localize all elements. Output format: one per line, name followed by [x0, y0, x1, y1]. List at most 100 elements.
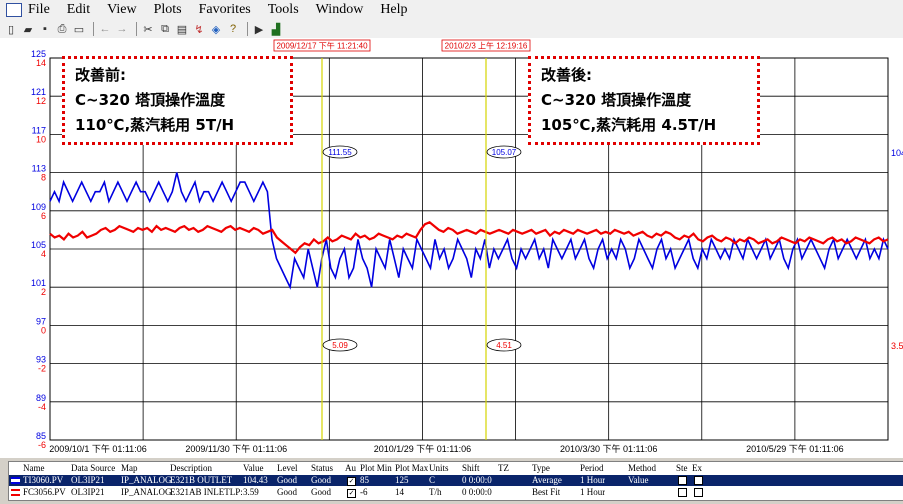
legend-level: Good [277, 475, 297, 485]
chart-icon[interactable]: ▟ [269, 22, 283, 36]
new-icon[interactable]: ▯ [4, 22, 18, 36]
legend-type[interactable]: Best Fit [532, 487, 560, 497]
header-period[interactable]: Period [580, 463, 604, 473]
toolbar-separator [93, 22, 94, 36]
y-tick-label-red: -6 [38, 440, 46, 450]
legend-status: Good [311, 475, 331, 485]
y-tick-label-red: -4 [38, 402, 46, 412]
legend-name: TI3060.PV [23, 475, 64, 485]
back-icon[interactable]: ← [98, 22, 112, 36]
toolbar: ▯ ▰ ▪ ⎙ ▭ ← → ✂ ⧉ ▤ ↯ ◈ ? ▶ ▟ [0, 20, 903, 39]
annotation-before: 改善前: C~320 塔頂操作溫度 110℃,蒸汽耗用 5T/H [62, 56, 293, 145]
y-tick-label-red: 0 [41, 325, 46, 335]
trend-icon[interactable]: ↯ [192, 22, 206, 36]
menu-file[interactable]: File [28, 2, 50, 18]
menu-help[interactable]: Help [380, 2, 407, 18]
menu-favorites[interactable]: Favorites [199, 2, 251, 18]
step-checkbox[interactable] [678, 475, 687, 486]
print-preview-icon[interactable]: ▭ [72, 22, 86, 36]
legend-name: FC3056.PV [23, 487, 66, 497]
legend-plot-max[interactable]: 125 [395, 475, 409, 485]
header-plot-min[interactable]: Plot Min [360, 463, 392, 473]
help-icon[interactable]: ? [226, 22, 240, 36]
annotation-after: 改善後: C~320 塔頂操作溫度 105℃,蒸汽耗用 4.5T/H [528, 56, 760, 145]
menu-window[interactable]: Window [316, 2, 364, 18]
paste-icon[interactable]: ▤ [175, 22, 189, 36]
cursor-value-blue: 105.07 [492, 148, 517, 157]
legend-units: T/h [429, 487, 442, 497]
header-value[interactable]: Value [243, 463, 264, 473]
header-plot-max[interactable]: Plot Max [395, 463, 428, 473]
legend-status: Good [311, 487, 331, 497]
legend-shift[interactable]: 0 0:00:0 [462, 487, 492, 497]
annotation-before-temp: C~320 塔頂操作溫度 [75, 91, 226, 109]
legend-plot-min[interactable]: 85 [360, 475, 369, 485]
cut-icon[interactable]: ✂ [141, 22, 155, 36]
legend-units: C [429, 475, 436, 485]
menu-edit[interactable]: Edit [67, 2, 90, 18]
y-tick-label-red: 6 [41, 211, 46, 221]
tag-icon[interactable]: ◈ [209, 22, 223, 36]
save-icon[interactable]: ▪ [38, 22, 52, 36]
annotation-before-title: 改善前: [75, 66, 126, 84]
legend-description: E321B OUTLET [170, 475, 233, 485]
open-icon[interactable]: ▰ [21, 22, 35, 36]
legend-type[interactable]: Average [532, 475, 562, 485]
forward-icon[interactable]: → [115, 22, 129, 36]
header-au[interactable]: Au [345, 463, 356, 473]
legend-row-ti3060[interactable]: TI3060.PV OL3IP21 IP_ANALOG E321B OUTLET… [9, 475, 903, 486]
header-type[interactable]: Type [532, 463, 550, 473]
header-map[interactable]: Map [121, 463, 138, 473]
header-tz[interactable]: TZ [498, 463, 509, 473]
header-ex[interactable]: Ex [692, 463, 702, 473]
exclude-checkbox[interactable] [694, 487, 703, 498]
app-icon [6, 3, 22, 17]
y-tick-label-red: 10 [36, 134, 46, 144]
header-status[interactable]: Status [311, 463, 333, 473]
menu-bar: File Edit View Plots Favorites Tools Win… [0, 0, 903, 20]
legend-description: E321AB INLETLP: [170, 487, 243, 497]
annotation-after-temp: C~320 塔頂操作溫度 [541, 91, 692, 109]
header-level[interactable]: Level [277, 463, 298, 473]
header-ste[interactable]: Ste [676, 463, 688, 473]
series-color-swatch [11, 477, 20, 484]
print-icon[interactable]: ⎙ [55, 22, 69, 36]
legend-method[interactable]: Value [628, 475, 649, 485]
right-axis-label-blue: 104 [891, 148, 903, 158]
header-data-source[interactable]: Data Source [71, 463, 115, 473]
legend-shift[interactable]: 0 0:00:0 [462, 475, 492, 485]
autoscale-checkbox[interactable]: ✓ [347, 475, 356, 486]
header-units[interactable]: Units [429, 463, 449, 473]
toolbar-separator [136, 22, 137, 36]
legend-plot-max[interactable]: 14 [395, 487, 404, 497]
legend-period[interactable]: 1 Hour [580, 487, 605, 497]
exclude-checkbox[interactable] [694, 475, 703, 486]
legend-header-row: Name Data Source Map Description Value L… [9, 463, 903, 474]
step-checkbox[interactable] [678, 487, 687, 498]
legend-value: 104.43 [243, 475, 268, 485]
x-tick-label: 2010/3/30 下午 01:11:06 [560, 443, 657, 454]
header-shift[interactable]: Shift [462, 463, 480, 473]
legend-source: OL3IP21 [71, 487, 105, 497]
cursor-value-red: 5.09 [332, 341, 348, 350]
menu-tools[interactable]: Tools [268, 2, 299, 18]
menu-view[interactable]: View [107, 2, 136, 18]
header-description[interactable]: Description [170, 463, 212, 473]
menu-plots[interactable]: Plots [154, 2, 182, 18]
legend-row-fc3056[interactable]: FC3056.PV OL3IP21 IP_ANALOG E321AB INLET… [9, 487, 903, 498]
annotation-after-title: 改善後: [541, 66, 592, 84]
legend-period[interactable]: 1 Hour [580, 475, 605, 485]
play-icon[interactable]: ▶ [252, 22, 266, 36]
header-method[interactable]: Method [628, 463, 656, 473]
legend-level: Good [277, 487, 297, 497]
cursor-time-label: 2010/2/3 上午 12:19:16 [445, 41, 528, 51]
annotation-after-steam: 105℃,蒸汽耗用 4.5T/H [541, 116, 717, 134]
autoscale-checkbox[interactable]: ✓ [347, 487, 356, 498]
header-name[interactable]: Name [23, 463, 45, 473]
legend-source: OL3IP21 [71, 475, 105, 485]
copy-icon[interactable]: ⧉ [158, 22, 172, 36]
x-tick-label: 2009/10/1 下午 01:11:06 [49, 443, 146, 454]
x-tick-label: 2010/5/29 下午 01:11:06 [746, 443, 843, 454]
right-axis-label-red: 3.5 [891, 341, 903, 351]
legend-plot-min[interactable]: -6 [360, 487, 368, 497]
